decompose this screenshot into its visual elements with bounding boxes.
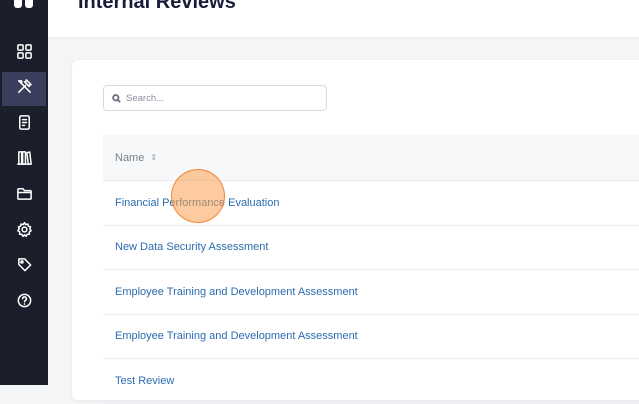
table-row: Employee Training and Development Assess… (103, 270, 639, 315)
search-box[interactable] (103, 85, 327, 111)
sidebar (0, 0, 48, 385)
sidebar-item-settings[interactable] (2, 215, 46, 249)
tools-icon (16, 78, 33, 100)
click-indicator (171, 169, 225, 223)
sidebar-item-tools[interactable] (2, 72, 46, 106)
page-title: Internal Reviews (78, 0, 236, 13)
page-header: Internal Reviews (48, 0, 639, 37)
sidebar-item-reviews[interactable] (2, 108, 46, 142)
review-link[interactable]: Test Review (115, 375, 174, 387)
review-link[interactable]: New Data Security Assessment (115, 241, 268, 253)
search-icon (112, 93, 121, 103)
tag-icon (16, 256, 33, 278)
sidebar-item-library[interactable] (2, 143, 46, 177)
sort-icon[interactable]: ⇕ (150, 153, 157, 162)
search-input[interactable] (126, 92, 316, 104)
table-row: Test Review (103, 359, 639, 404)
sidebar-item-dashboard[interactable] (2, 37, 46, 71)
grid-icon (16, 43, 33, 65)
review-link[interactable]: Employee Training and Development Assess… (115, 286, 358, 298)
library-icon (16, 149, 33, 171)
app-logo[interactable] (14, 0, 34, 12)
table-row: New Data Security Assessment (103, 225, 639, 270)
sidebar-item-files[interactable] (2, 179, 46, 213)
folder-icon (16, 185, 33, 207)
column-header-name[interactable]: Name (115, 152, 144, 164)
review-link[interactable]: Employee Training and Development Assess… (115, 330, 358, 342)
help-icon (16, 292, 33, 314)
gear-icon (16, 221, 33, 243)
document-icon (16, 114, 33, 136)
sidebar-item-tags[interactable] (2, 250, 46, 284)
table-row: Employee Training and Development Assess… (103, 314, 639, 359)
sidebar-item-help[interactable] (2, 286, 46, 320)
